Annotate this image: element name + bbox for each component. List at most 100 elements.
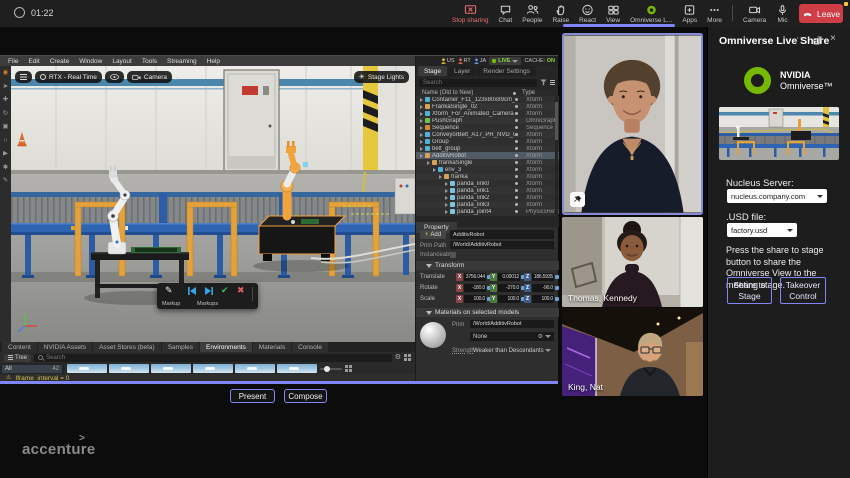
- tree-row[interactable]: Container_F11_123x80x89cm_PR_V...Xform: [416, 96, 559, 103]
- list-options-icon[interactable]: [550, 79, 555, 87]
- tree-row[interactable]: frankaSingleXform: [416, 159, 559, 166]
- tab-materials[interactable]: Materials: [253, 342, 291, 352]
- react-button[interactable]: React: [575, 0, 600, 26]
- camera-button[interactable]: Camera: [739, 0, 770, 26]
- viewport-menu-button[interactable]: [15, 71, 32, 83]
- move-tool-icon[interactable]: ✚: [3, 97, 8, 104]
- translate-x-field[interactable]: 3756.044: [464, 273, 486, 281]
- material-gear-icon[interactable]: ⚙: [538, 334, 543, 340]
- pin-badge[interactable]: [570, 192, 585, 207]
- tree-toggle-button[interactable]: Tree: [4, 354, 31, 362]
- view-button[interactable]: View: [602, 0, 624, 26]
- menu-help[interactable]: Help: [207, 58, 220, 65]
- tree-row[interactable]: Xform_For_Animated_CameraXform: [416, 110, 559, 117]
- next-markup-icon[interactable]: [204, 286, 214, 296]
- video-tile[interactable]: Thomas, Kennedy: [562, 217, 703, 307]
- content-settings-icon[interactable]: ⚙: [395, 354, 401, 361]
- menu-create[interactable]: Create: [50, 58, 70, 65]
- all-environments-item[interactable]: All42: [2, 365, 62, 373]
- people-button[interactable]: People: [518, 0, 546, 26]
- material-prim-field[interactable]: /World/AdditivRobot: [470, 320, 554, 328]
- reject-markup-icon[interactable]: ✖: [237, 286, 245, 295]
- omniverse-menu-icon[interactable]: ◉: [3, 70, 9, 77]
- menu-file[interactable]: File: [8, 58, 18, 65]
- nucleus-server-dropdown[interactable]: nucleus.company.com: [727, 189, 827, 203]
- stage-lights-control[interactable]: ☀ Stage Lights: [354, 71, 409, 83]
- link-toggle-icon[interactable]: [555, 297, 559, 301]
- markup-pencil-icon[interactable]: ✎: [165, 286, 173, 295]
- scale-z-field[interactable]: 100.0: [532, 295, 554, 303]
- tab-environments[interactable]: Environments: [200, 342, 252, 352]
- present-button[interactable]: Present: [230, 389, 275, 403]
- stage-search-input[interactable]: Search: [419, 79, 537, 87]
- tab-content[interactable]: Content: [2, 342, 37, 352]
- rotate-x-field[interactable]: -180.0: [464, 284, 486, 292]
- raise-hand-button[interactable]: Raise: [548, 0, 573, 26]
- tab-nvidia-assets[interactable]: NVIDIA Assets: [38, 342, 92, 352]
- prim-path-field[interactable]: /World/AdditivRobot: [450, 241, 554, 249]
- tree-row[interactable]: panda_joint4PhysicsRevolu...: [416, 208, 559, 215]
- tree-row[interactable]: frankaXform: [416, 173, 559, 180]
- tree-row[interactable]: panda_link2Xform: [416, 194, 559, 201]
- approve-markup-icon[interactable]: ✔: [221, 286, 229, 295]
- mic-button[interactable]: Mic: [772, 0, 793, 26]
- material-dropdown[interactable]: None ⚙: [470, 332, 554, 341]
- environment-thumbnail[interactable]: [277, 364, 317, 373]
- video-tile[interactable]: King, Nat: [562, 308, 703, 396]
- tree-row[interactable]: GroupXform: [416, 138, 559, 145]
- thumbnail-size-slider[interactable]: [320, 368, 342, 370]
- tree-row[interactable]: panda_link0Xform: [416, 180, 559, 187]
- tree-row[interactable]: panda_link3Xform: [416, 201, 559, 208]
- panel-close-icon[interactable]: ×: [830, 34, 836, 44]
- panel-more-icon[interactable]: ⋯: [796, 34, 806, 44]
- tree-row-selected[interactable]: AdditivRobotXform: [416, 152, 559, 159]
- link-toggle-icon[interactable]: [555, 286, 559, 290]
- usd-file-dropdown[interactable]: factory.usd: [727, 223, 797, 237]
- renderer-selector[interactable]: RTX - Real Time: [35, 71, 102, 83]
- rotate-tool-icon[interactable]: ↻: [3, 111, 8, 118]
- viewport[interactable]: RTX - Real Time Camera » ☀ Stage Lights: [11, 66, 415, 342]
- physics-tool-icon[interactable]: ✱: [3, 165, 8, 172]
- translate-z-field[interactable]: 186.5935: [532, 273, 554, 281]
- video-tile-pinned[interactable]: [562, 33, 703, 215]
- leave-button[interactable]: Leave: [799, 4, 843, 23]
- grid-view-icon[interactable]: [345, 365, 352, 372]
- scale-tool-icon[interactable]: ▣: [2, 124, 8, 131]
- takeover-control-button[interactable]: Takeover Control: [780, 277, 826, 304]
- stage-scrollbar[interactable]: [555, 96, 558, 215]
- tree-row[interactable]: FrankaSingle_02Xform: [416, 103, 559, 110]
- environment-thumbnail[interactable]: [109, 364, 149, 373]
- tab-stage[interactable]: Stage: [418, 66, 447, 76]
- prim-name-field[interactable]: AdditivRobot: [450, 230, 554, 239]
- tab-console[interactable]: Console: [292, 342, 328, 352]
- omniverse-app-button[interactable]: Omniverse L...: [626, 0, 676, 26]
- chat-button[interactable]: Chat: [495, 0, 517, 26]
- tab-render-settings[interactable]: Render Settings: [477, 66, 536, 76]
- more-button[interactable]: More: [703, 0, 726, 26]
- tree-row[interactable]: belt_groupXform: [416, 145, 559, 152]
- transform-section-header[interactable]: Transform: [416, 261, 559, 270]
- tree-row[interactable]: env_3Xform: [416, 166, 559, 173]
- filter-icon[interactable]: [540, 79, 547, 86]
- popout-icon[interactable]: [813, 36, 822, 45]
- previous-markup-icon[interactable]: [187, 286, 197, 296]
- environment-thumbnail[interactable]: [151, 364, 191, 373]
- live-badge[interactable]: LIVE: [489, 57, 521, 65]
- scale-y-field[interactable]: 100.0: [498, 295, 520, 303]
- menu-streaming[interactable]: Streaming: [167, 58, 197, 65]
- camera-selector[interactable]: Camera: [127, 71, 172, 83]
- translate-y-field[interactable]: 0.00012: [498, 273, 520, 281]
- rotate-z-field[interactable]: -90.0: [532, 284, 554, 292]
- apps-button[interactable]: Apps: [678, 0, 701, 26]
- menu-window[interactable]: Window: [79, 58, 102, 65]
- expand-chevrons-icon[interactable]: »: [175, 73, 178, 82]
- menu-layout[interactable]: Layout: [112, 58, 132, 65]
- markup-tool-icon[interactable]: ✎: [3, 178, 8, 185]
- compose-button[interactable]: Compose: [284, 389, 327, 403]
- snap-tool-icon[interactable]: ∩: [3, 138, 8, 145]
- materials-section-header[interactable]: Materials on selected models: [416, 308, 559, 317]
- add-property-button[interactable]: +Add: [420, 230, 446, 239]
- environment-thumbnail[interactable]: [193, 364, 233, 373]
- environment-thumbnail[interactable]: [67, 364, 107, 373]
- tree-row[interactable]: SequenceSequence: [416, 124, 559, 131]
